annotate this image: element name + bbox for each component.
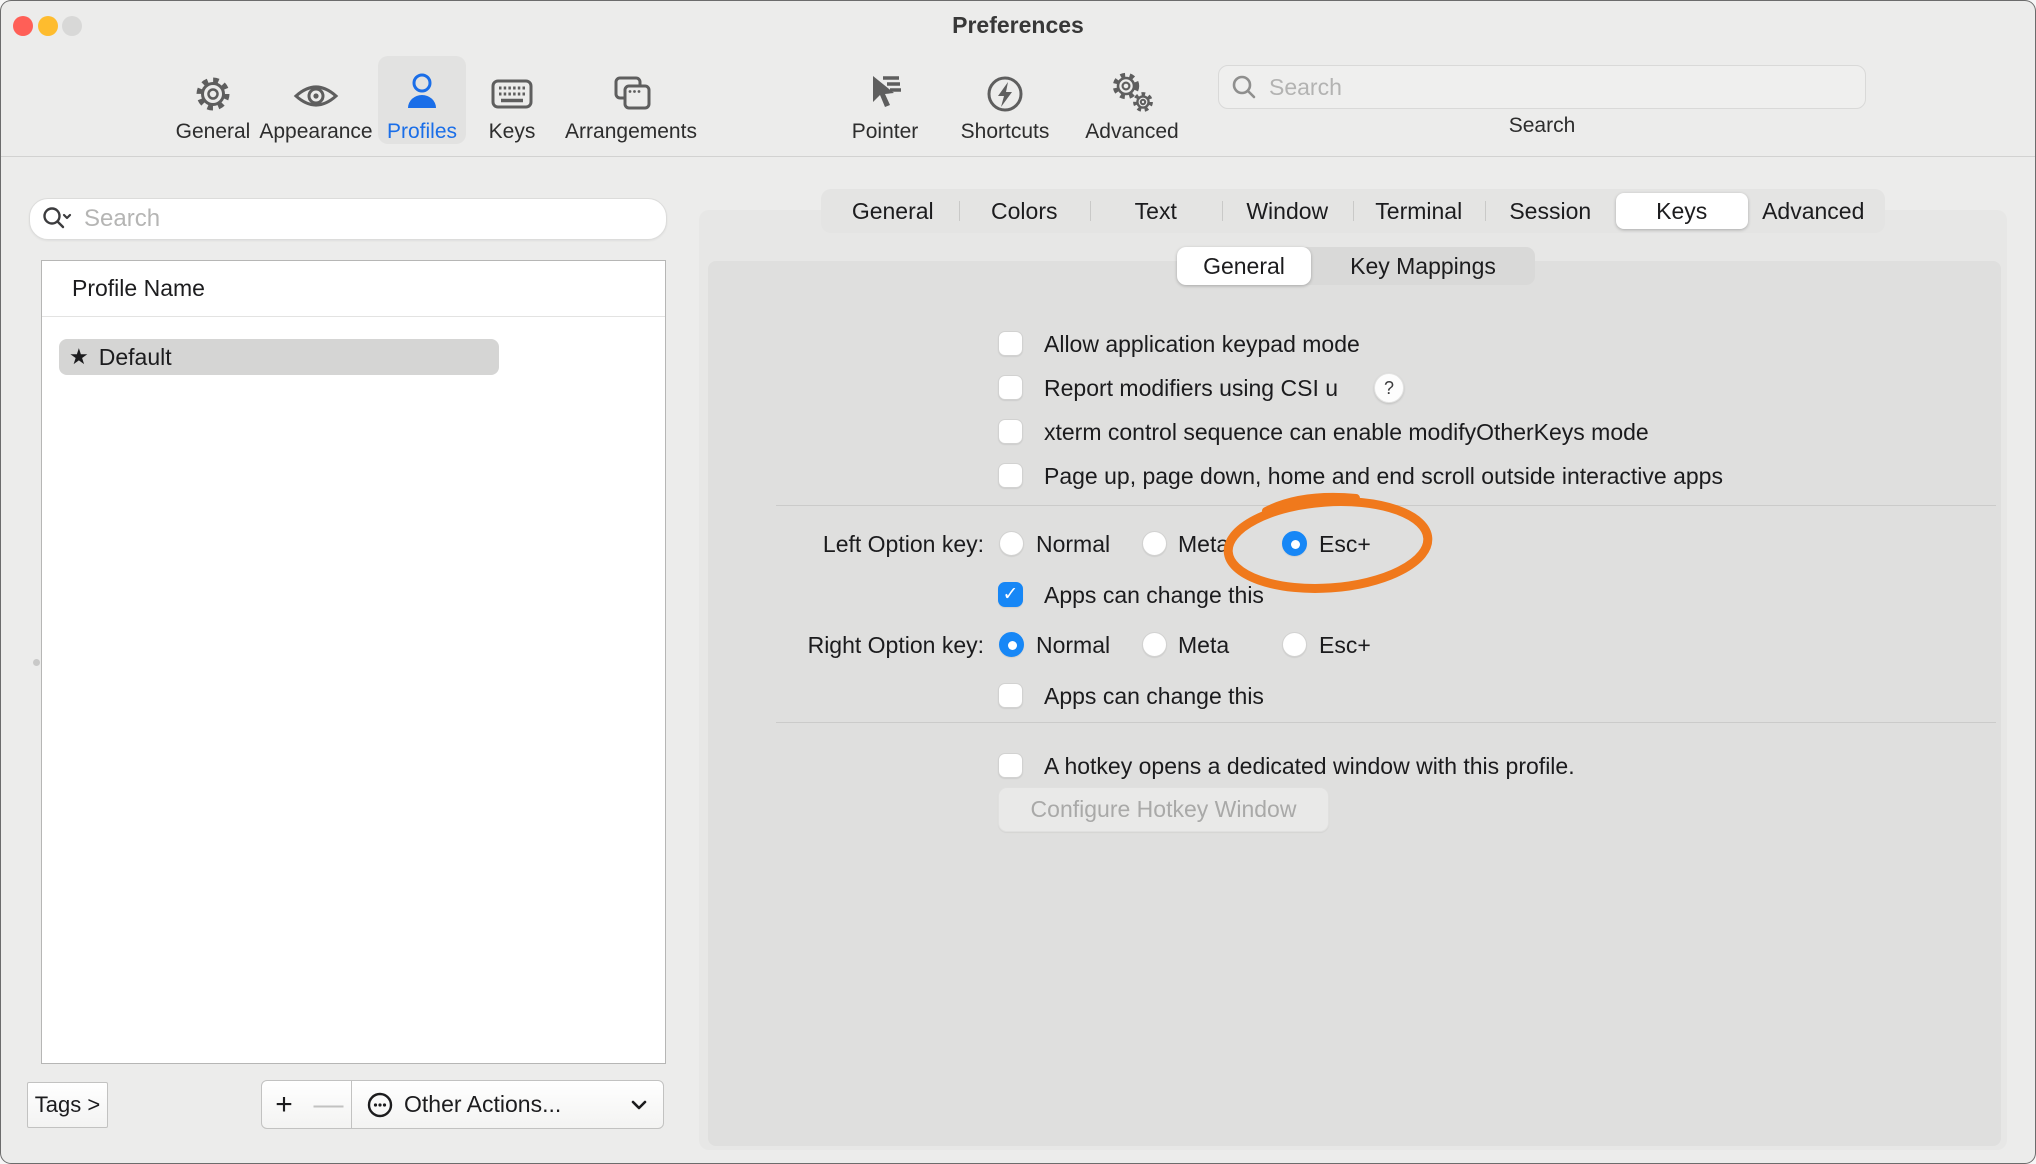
radio-right-esc[interactable] bbox=[1282, 632, 1307, 657]
profile-list-panel: Profile Name ★ Default bbox=[41, 260, 666, 1064]
radio-label: Normal bbox=[1036, 632, 1110, 659]
right-option-key-label: Right Option key: bbox=[762, 632, 984, 659]
tags-button[interactable]: Tags > bbox=[27, 1082, 108, 1128]
annotation-ellipse bbox=[1206, 481, 1456, 611]
checkbox-csi-u[interactable] bbox=[998, 375, 1023, 400]
tab-window[interactable]: Window bbox=[1222, 193, 1354, 229]
toolbar-divider bbox=[1, 156, 2035, 157]
preferences-window: Preferences General Appearance bbox=[0, 0, 2036, 1164]
toolbar-item-general[interactable]: General bbox=[163, 56, 263, 144]
search-icon bbox=[1231, 74, 1257, 100]
toolbar-label: Keys bbox=[489, 120, 536, 144]
bolt-icon bbox=[983, 66, 1027, 116]
window-title: Preferences bbox=[1, 12, 2035, 39]
toolbar-item-profiles[interactable]: Profiles bbox=[378, 56, 466, 144]
tab-text[interactable]: Text bbox=[1090, 193, 1222, 229]
keys-pane-background bbox=[708, 261, 2001, 1146]
star-icon: ★ bbox=[69, 344, 89, 370]
add-profile-button[interactable]: + bbox=[261, 1080, 307, 1129]
toolbar-label: Profiles bbox=[387, 120, 457, 144]
tab-colors[interactable]: Colors bbox=[959, 193, 1091, 229]
checkbox-hotkey-window[interactable] bbox=[998, 753, 1023, 778]
window-edge-dot bbox=[33, 659, 40, 666]
help-button[interactable]: ? bbox=[1374, 373, 1404, 403]
other-actions-dropdown[interactable]: Other Actions... bbox=[351, 1080, 664, 1129]
checkbox-left-apps-can-change[interactable] bbox=[998, 582, 1023, 607]
checkbox-page-scroll[interactable] bbox=[998, 463, 1023, 488]
toolbar-item-keys[interactable]: Keys bbox=[472, 56, 552, 144]
checkbox-label: Allow application keypad mode bbox=[1044, 331, 1360, 358]
toolbar-label: Appearance bbox=[259, 120, 372, 144]
keyboard-icon bbox=[488, 66, 536, 116]
ellipsis-circle-icon bbox=[366, 1091, 394, 1119]
toolbar-label: General bbox=[176, 120, 251, 144]
tab-keys[interactable]: Keys bbox=[1616, 193, 1748, 229]
remove-profile-button[interactable]: — bbox=[306, 1080, 352, 1129]
gears-icon bbox=[1106, 66, 1158, 116]
toolbar-item-pointer[interactable]: Pointer bbox=[835, 56, 935, 144]
toolbar-item-appearance[interactable]: Appearance bbox=[256, 56, 376, 144]
radio-label: Esc+ bbox=[1319, 632, 1371, 659]
profile-tab-bar: General Colors Text Window Terminal Sess… bbox=[821, 189, 1885, 233]
toolbar-label: Arrangements bbox=[565, 120, 697, 144]
toolbar-label: Advanced bbox=[1085, 120, 1178, 144]
windows-icon bbox=[608, 66, 654, 116]
toolbar-item-arrangements[interactable]: Arrangements bbox=[556, 56, 706, 144]
tab-advanced[interactable]: Advanced bbox=[1748, 193, 1880, 229]
toolbar-search-label: Search bbox=[1218, 114, 1866, 138]
tab-general[interactable]: General bbox=[827, 193, 959, 229]
checkbox-label: xterm control sequence can enable modify… bbox=[1044, 419, 1649, 446]
configure-hotkey-window-button: Configure Hotkey Window bbox=[998, 787, 1329, 832]
radio-left-normal[interactable] bbox=[999, 531, 1024, 556]
toolbar-item-shortcuts[interactable]: Shortcuts bbox=[945, 56, 1065, 144]
checkbox-label: A hotkey opens a dedicated window with t… bbox=[1044, 753, 1575, 780]
profile-search-input[interactable] bbox=[82, 204, 654, 234]
subtab-general[interactable]: General bbox=[1177, 247, 1311, 285]
other-actions-label: Other Actions... bbox=[404, 1091, 629, 1118]
profile-list-header: Profile Name bbox=[72, 275, 205, 302]
chevron-down-icon bbox=[629, 1098, 649, 1112]
profile-name: Default bbox=[99, 344, 172, 371]
eye-icon bbox=[292, 66, 340, 116]
checkbox-right-apps-can-change[interactable] bbox=[998, 683, 1023, 708]
toolbar-item-advanced[interactable]: Advanced bbox=[1072, 56, 1192, 144]
checkbox-modify-other-keys[interactable] bbox=[998, 419, 1023, 444]
tab-terminal[interactable]: Terminal bbox=[1353, 193, 1485, 229]
subtab-key-mappings[interactable]: Key Mappings bbox=[1311, 247, 1535, 285]
person-icon bbox=[400, 66, 444, 116]
toolbar-label: Pointer bbox=[852, 120, 919, 144]
gear-icon bbox=[191, 66, 235, 116]
search-filter-icon bbox=[42, 206, 72, 232]
radio-left-meta[interactable] bbox=[1142, 531, 1167, 556]
list-header-divider bbox=[42, 316, 665, 317]
radio-right-normal[interactable] bbox=[999, 632, 1024, 657]
left-option-key-label: Left Option key: bbox=[762, 531, 984, 558]
profile-search-field[interactable] bbox=[29, 198, 667, 240]
radio-right-meta[interactable] bbox=[1142, 632, 1167, 657]
checkbox-label: Report modifiers using CSI u bbox=[1044, 375, 1338, 402]
radio-label: Normal bbox=[1036, 531, 1110, 558]
checkbox-label: Apps can change this bbox=[1044, 683, 1264, 710]
keys-subtab-control: General Key Mappings bbox=[1177, 247, 1535, 285]
checkbox-keypad-mode[interactable] bbox=[998, 331, 1023, 356]
cursor-icon bbox=[863, 66, 907, 116]
tab-session[interactable]: Session bbox=[1485, 193, 1617, 229]
section-divider bbox=[776, 722, 1996, 723]
toolbar-label: Shortcuts bbox=[961, 120, 1050, 144]
toolbar-search-field[interactable] bbox=[1218, 65, 1866, 109]
toolbar-search-input[interactable] bbox=[1267, 73, 1853, 102]
profile-row-default[interactable]: ★ Default bbox=[59, 339, 499, 375]
radio-label: Meta bbox=[1178, 632, 1229, 659]
